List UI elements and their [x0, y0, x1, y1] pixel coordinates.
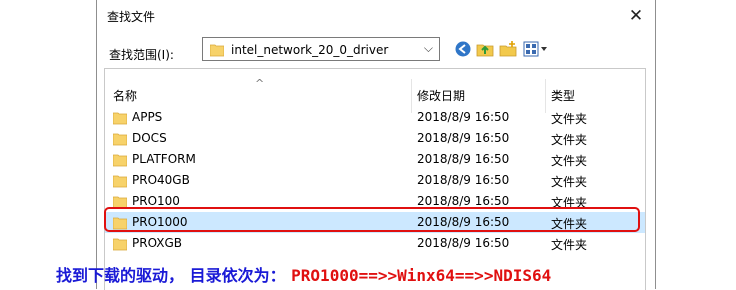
current-path: intel_network_20_0_driver [231, 43, 389, 57]
sort-ascending-icon: ^ [255, 77, 265, 90]
find-file-dialog: 查找文件 ✕ 查找范围(I): intel_network_20_0_drive… [96, 0, 656, 290]
file-type: 文件夹 [551, 112, 588, 126]
column-header-type[interactable]: 类型 [551, 87, 575, 104]
list-item[interactable]: DOCS 2018/8/9 16:50 文件夹 [105, 128, 645, 149]
title-bar: 查找文件 ✕ [97, 0, 655, 32]
column-header-name[interactable]: 名称 [113, 87, 137, 104]
column-header-modified[interactable]: 修改日期 [417, 87, 465, 104]
file-type: 文件夹 [551, 154, 588, 168]
folder-icon [112, 152, 128, 171]
list-item[interactable]: PROXGB 2018/8/9 16:50 文件夹 [105, 233, 645, 254]
file-name: APPS [132, 110, 163, 124]
back-icon[interactable] [454, 40, 472, 58]
chevron-down-icon[interactable]: ⌵ [424, 41, 433, 56]
dialog-title: 查找文件 [107, 10, 156, 24]
folder-icon [112, 131, 128, 150]
annotation-text: 找到下载的驱动， 目录依次为： [56, 266, 286, 285]
list-item[interactable]: PLATFORM 2018/8/9 16:50 文件夹 [105, 149, 645, 170]
view-menu-icon[interactable] [523, 40, 549, 58]
annotation-path: PRO1000==>>Winx64==>>NDIS64 [291, 266, 552, 285]
look-in-label: 查找范围(I): [109, 48, 174, 62]
highlight-annotation-box [104, 207, 640, 232]
file-name: PRO100 [132, 194, 180, 208]
file-name: PLATFORM [132, 152, 196, 166]
file-name: PROXGB [132, 236, 183, 250]
folder-icon [112, 110, 128, 129]
file-name: DOCS [132, 131, 167, 145]
folder-icon [112, 173, 128, 192]
file-modified: 2018/8/9 16:50 [417, 152, 510, 166]
annotation-caption: 找到下载的驱动， 目录依次为： PRO1000==>>Winx64==>>NDI… [56, 262, 551, 286]
list-item[interactable]: PRO40GB 2018/8/9 16:50 文件夹 [105, 170, 645, 191]
file-type: 文件夹 [551, 133, 588, 147]
file-name: PRO40GB [132, 173, 190, 187]
close-button[interactable]: ✕ [623, 3, 649, 29]
file-type: 文件夹 [551, 238, 588, 252]
folder-icon [112, 236, 128, 255]
file-modified: 2018/8/9 16:50 [417, 236, 510, 250]
list-item[interactable]: APPS 2018/8/9 16:50 文件夹 [105, 107, 645, 128]
file-modified: 2018/8/9 16:50 [417, 194, 510, 208]
new-folder-icon[interactable] [499, 40, 517, 58]
file-modified: 2018/8/9 16:50 [417, 110, 510, 124]
file-modified: 2018/8/9 16:50 [417, 173, 510, 187]
folder-icon [209, 42, 225, 61]
file-list: ^ 名称 修改日期 类型 APPS 2018/8/9 16:50 文件夹 DOC… [104, 68, 646, 290]
look-in-combobox[interactable]: intel_network_20_0_driver ⌵ [202, 37, 440, 61]
file-modified: 2018/8/9 16:50 [417, 131, 510, 145]
file-type: 文件夹 [551, 175, 588, 189]
up-folder-icon[interactable] [476, 40, 494, 58]
